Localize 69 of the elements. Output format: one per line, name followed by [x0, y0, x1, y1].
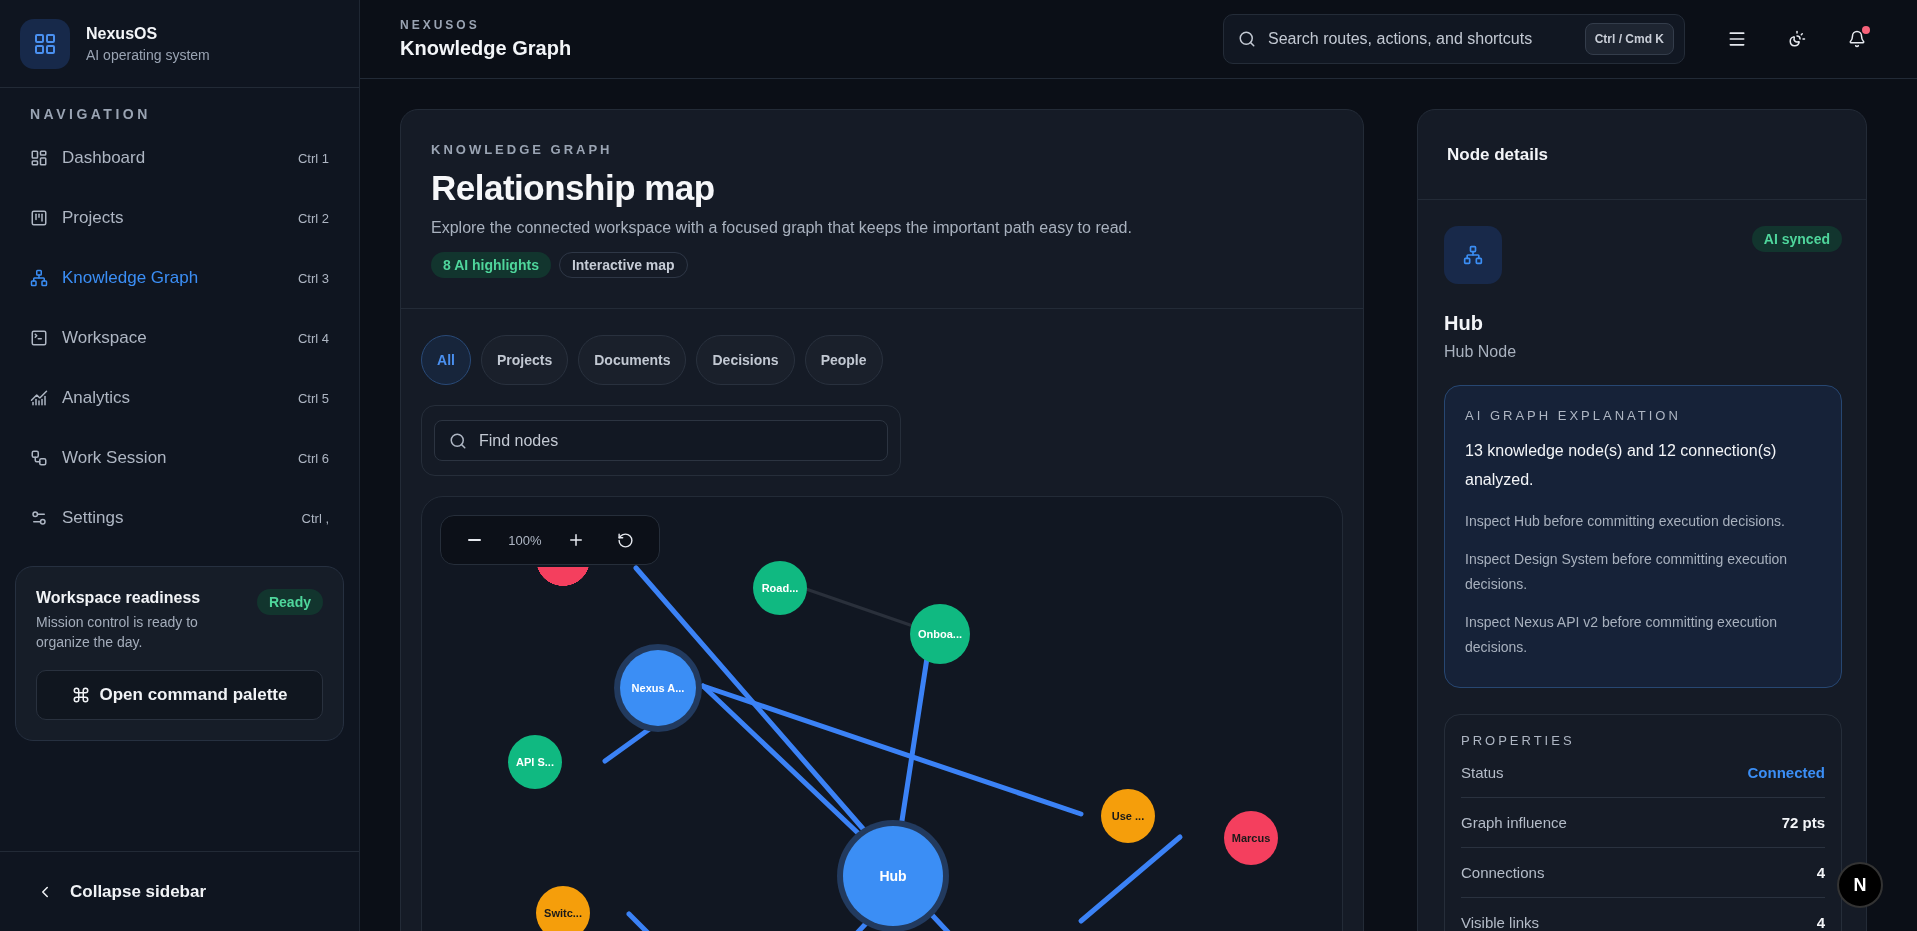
- property-value: 4: [1816, 864, 1825, 882]
- nav-item[interactable]: Work Session Ctrl 6: [0, 428, 359, 488]
- nav-icon: [30, 509, 48, 527]
- nav-item[interactable]: Dashboard Ctrl 1: [0, 128, 359, 188]
- panel-title: Node details: [1447, 144, 1549, 165]
- explanation-item: Inspect Nexus API v2 before committing execution decisions.: [1465, 613, 1779, 657]
- zoom-level: 100%: [508, 532, 542, 548]
- explanation-summary: 13 knowledge node(s) and 12 connection(s) analyzed.: [1465, 441, 1778, 490]
- card-title: Relationship map: [431, 168, 716, 208]
- command-palette-button[interactable]: Open command palette: [36, 670, 323, 721]
- filter-chip[interactable]: Documents: [578, 335, 687, 385]
- nav-icon: [30, 449, 48, 467]
- find-nodes-field[interactable]: Find nodes: [434, 420, 888, 461]
- properties-label: PROPERTIES: [1461, 733, 1576, 749]
- brand-tagline: AI operating system: [86, 46, 210, 63]
- property-name: Connections: [1461, 864, 1545, 882]
- property-name: Visible links: [1461, 914, 1540, 931]
- filter-chip[interactable]: All: [421, 335, 471, 385]
- brand-name: NexusOS: [86, 24, 159, 43]
- nav-section-label: NAVIGATION: [29, 105, 152, 124]
- search-input[interactable]: Search routes, actions, and shortcuts: [1266, 29, 1575, 49]
- search-icon: [449, 431, 467, 450]
- nav-item[interactable]: Projects Ctrl 2: [0, 188, 359, 248]
- shortcut-hint: Ctrl / Cmd K: [1584, 23, 1674, 55]
- nav-item[interactable]: Knowledge Graph Ctrl 3: [0, 248, 359, 308]
- filter-chip[interactable]: People: [804, 335, 883, 385]
- explanation-label: AI GRAPH EXPLANATION: [1465, 408, 1682, 423]
- reset-icon: [617, 531, 635, 549]
- section-eyebrow: KNOWLEDGE GRAPH: [431, 142, 614, 157]
- hierarchy-icon: [1444, 226, 1502, 284]
- find-nodes-input[interactable]: Find nodes: [477, 430, 873, 451]
- command-icon: [71, 686, 90, 705]
- logo-icon: [20, 18, 70, 69]
- dev-badge[interactable]: N: [1837, 862, 1883, 908]
- card-description: Explore the connected workspace with a focused graph that keeps the important path easy to read.: [431, 219, 1133, 237]
- minus-icon: [467, 539, 481, 541]
- collapse-sidebar-button[interactable]: Collapse sidebar: [0, 851, 359, 931]
- readiness-title: Workspace readiness: [36, 589, 202, 607]
- synced-badge: AI synced: [1751, 226, 1842, 252]
- nav-icon: [30, 269, 48, 287]
- nav-item[interactable]: Settings Ctrl ,: [0, 488, 359, 548]
- filter-chip[interactable]: Projects: [481, 335, 569, 385]
- nav-icon: [30, 329, 48, 347]
- app-eyebrow: NEXUSOS: [400, 18, 481, 32]
- bell-icon: [1848, 30, 1866, 48]
- graph-node[interactable]: Use ...: [1101, 789, 1155, 843]
- search-icon: [1238, 30, 1256, 48]
- explanation-item: Inspect Design System before committing execution decisions.: [1465, 550, 1789, 594]
- nav-item[interactable]: Analytics Ctrl 5: [0, 368, 359, 428]
- node-subtitle: Hub Node: [1444, 343, 1518, 361]
- page-title: Knowledge Graph: [400, 37, 573, 60]
- explanation-item: Inspect Hub before committing execution decisions.: [1465, 511, 1786, 531]
- tag: 8 AI highlights: [431, 252, 551, 278]
- property-value: 4: [1816, 914, 1825, 931]
- node-title: Hub: [1444, 312, 1484, 335]
- property-value: 72 pts: [1781, 814, 1825, 832]
- search-field[interactable]: Search routes, actions, and shortcuts Ctrl / Cmd K: [1223, 14, 1685, 64]
- nav-icon: [30, 389, 48, 407]
- ready-badge: Ready: [256, 589, 323, 615]
- graph-node[interactable]: Marcus: [1224, 811, 1278, 865]
- readiness-text: Mission control is ready to organize the day.: [36, 613, 199, 652]
- nav-icon: [30, 149, 48, 167]
- graph-node[interactable]: Switc...: [536, 886, 590, 931]
- property-name: Graph influence: [1461, 814, 1567, 832]
- filter-chip[interactable]: Decisions: [696, 335, 795, 385]
- nav-item[interactable]: Workspace Ctrl 4: [0, 308, 359, 368]
- property-name: Status: [1461, 764, 1504, 782]
- property-value: Connected: [1747, 764, 1825, 782]
- nav-icon: [30, 209, 48, 227]
